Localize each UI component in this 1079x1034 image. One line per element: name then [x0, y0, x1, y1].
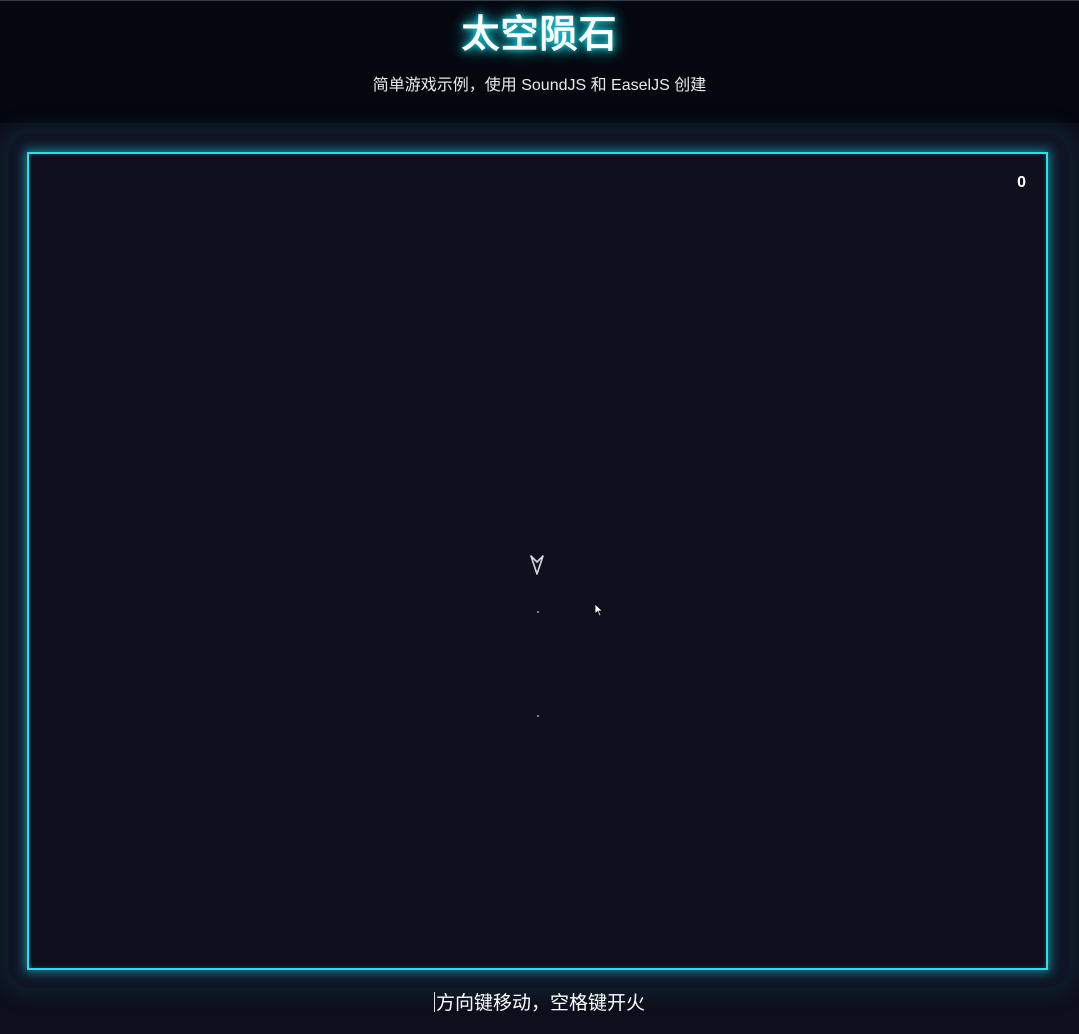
text-cursor — [433, 992, 435, 1012]
bullet — [537, 611, 539, 613]
spaceship-icon — [530, 555, 544, 575]
controls-hint: 方向键移动，空格键开火 — [0, 990, 1079, 1018]
page-title: 太空陨石 — [461, 12, 618, 56]
page-subtitle: 简单游戏示例，使用 SoundJS 和 EaselJS 创建 — [372, 77, 707, 94]
controls-hint-text: 方向键移动，空格键开火 — [435, 993, 645, 1014]
header-divider — [0, 123, 1079, 133]
mouse-cursor-icon — [594, 603, 604, 617]
bullet — [537, 715, 539, 717]
game-canvas[interactable]: 0 — [27, 152, 1048, 970]
score-counter: 0 — [1017, 174, 1026, 191]
page-header: 太空陨石 简单游戏示例，使用 SoundJS 和 EaselJS 创建 — [0, 0, 1079, 123]
